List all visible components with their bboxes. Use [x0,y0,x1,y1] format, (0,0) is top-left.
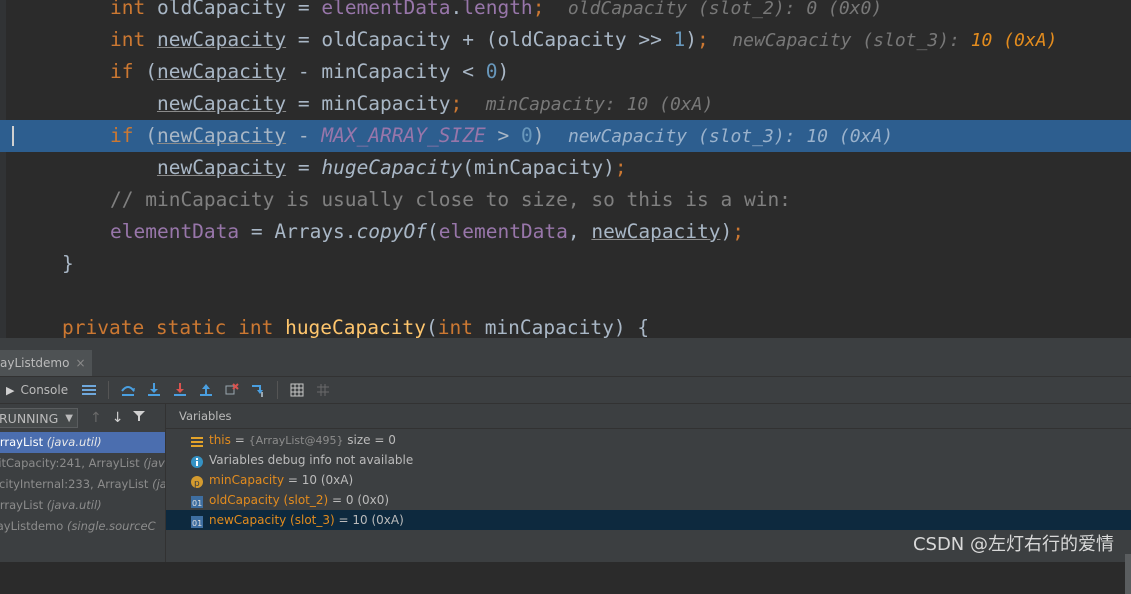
code-line[interactable] [0,280,1131,312]
thread-state: RUNNING [0,410,59,426]
frames-header: RUNNING ▼ ↑ ↓ [0,404,165,432]
frames-panel: RUNNING ▼ ↑ ↓ ArrayList (java.util) citC… [0,404,166,562]
code-text: newCapacity = hugeCapacity(minCapacity); [156,156,627,179]
close-icon[interactable]: × [75,356,85,370]
current-execution-line[interactable]: if (newCapacity - MAX_ARRAY_SIZE > 0) ne… [0,120,1131,152]
code-line[interactable]: newCapacity = hugeCapacity(minCapacity); [0,152,1131,184]
variable-row[interactable]: Variables debug info not available [166,450,1131,470]
variable-row[interactable]: p minCapacity = 10 (0xA) [166,470,1131,490]
frame-method: ArrayList [0,435,44,449]
code-line[interactable]: int oldCapacity = elementData.length; ol… [0,0,1131,24]
drop-frame-icon[interactable] [219,379,245,401]
code-line[interactable]: private static int hugeCapacity(int minC… [0,312,1131,340]
console-label: Console [20,383,69,397]
run-to-cursor-icon[interactable] [245,379,271,401]
frame-package: (single.sourceC [66,519,156,533]
local-variable-icon: 01 [191,514,203,528]
evaluate-expression-icon[interactable] [284,379,310,401]
code-line[interactable]: newCapacity = minCapacity; minCapacity: … [0,88,1131,120]
arrow-down-icon[interactable]: ↓ [112,410,124,426]
frame-package: (java.util) [46,498,102,512]
force-step-into-icon[interactable] [167,379,193,401]
svg-text:p: p [194,479,200,488]
variable-row-selected[interactable]: 01 newCapacity (slot_3) = 10 (0xA) [166,510,1131,530]
frame-method: ArrayList [0,498,44,512]
variable-extra: size = 0 [343,433,396,447]
local-variable-icon: 01 [191,494,203,508]
svg-text:01: 01 [192,499,202,508]
code-text: newCapacity = minCapacity; minCapacity: … [156,92,714,115]
code-text: if (newCapacity - MAX_ARRAY_SIZE > 0) ne… [110,124,894,147]
code-editor[interactable]: int oldCapacity = elementData.length; ol… [0,0,1131,340]
variable-name: oldCapacity (slot_2) [209,493,329,507]
arrow-up-icon[interactable]: ↑ [90,410,102,426]
code-text: // minCapacity is usually close to size,… [110,188,791,211]
variable-row[interactable]: this = {ArrayList@495} size = 0 [166,430,1131,450]
chevron-down-icon: ▼ [65,412,73,424]
trace-table-icon[interactable] [310,379,336,401]
scrollbar[interactable] [1125,554,1131,594]
svg-text:01: 01 [192,519,202,528]
toolbar-separator [108,381,110,399]
variable-eq: = [230,433,249,447]
field-list-icon [191,434,203,447]
frame-item[interactable]: rayListdemo (single.sourceC [0,516,165,537]
frame-item[interactable]: acityInternal:233, ArrayList (ja [0,474,165,495]
variable-row[interactable]: 01 oldCapacity (slot_2) = 0 (0x0) [166,490,1131,510]
variables-title: Variables [166,404,1131,429]
variable-name: newCapacity (slot_3) [209,513,335,527]
frame-package: (ja [152,477,166,491]
menu-lines-icon[interactable] [76,379,102,401]
code-text: int newCapacity = oldCapacity + (oldCapa… [110,28,1058,51]
text-caret [12,126,14,146]
frame-package: (java.util) [46,435,102,449]
debug-session-label: ayListdemo [0,356,70,370]
variable-name: minCapacity [209,473,285,487]
debug-tabbar: ayListdemo × [0,350,1131,377]
thread-selector[interactable]: RUNNING ▼ [0,408,78,428]
toolbar-separator [277,381,279,399]
console-tab[interactable]: ▶ Console [6,383,68,397]
parameter-icon: p [191,474,203,489]
code-text: private static int hugeCapacity(int minC… [62,316,650,339]
variable-eq: = 0 (0x0) [328,493,390,507]
console-icon: ▶ [6,383,15,397]
variable-name: this [209,433,231,447]
step-out-icon[interactable] [193,379,219,401]
frame-item[interactable]: ArrayList (java.util) [0,495,165,516]
filter-icon[interactable] [133,410,146,426]
frame-method: acityInternal:233, ArrayList [0,477,149,491]
code-text: int oldCapacity = elementData.length; ol… [110,0,883,19]
variable-eq: = 10 (0xA) [284,473,354,487]
step-over-icon[interactable] [115,379,141,401]
step-into-icon[interactable] [141,379,167,401]
code-text: elementData = Arrays.copyOf(elementData,… [110,220,745,243]
variable-eq: = 10 (0xA) [334,513,404,527]
variable-type: {ArrayList@495} [248,434,344,447]
code-text: if (newCapacity - minCapacity < 0) [110,60,510,83]
debug-session-tab[interactable]: ayListdemo × [0,350,92,376]
frame-method: citCapacity:241, ArrayList [0,456,140,470]
debug-toolbar: ▶ Console [0,377,1131,404]
frame-item[interactable]: citCapacity:241, ArrayList (jav [0,453,165,474]
code-line[interactable]: if (newCapacity - minCapacity < 0) [0,56,1131,88]
frame-package: (jav [143,456,165,470]
code-line[interactable]: elementData = Arrays.copyOf(elementData,… [0,216,1131,248]
code-line[interactable]: } [0,248,1131,280]
debug-tool-window: ayListdemo × ▶ Console RUNNING ▼ ↑ ↓ rra… [0,340,1131,594]
variable-info-text: Variables debug info not available [209,453,414,467]
code-text: } [62,252,74,275]
watermark: CSDN @左灯右行的爱情 [912,534,1114,555]
frame-method: rayListdemo [0,519,64,533]
code-line[interactable]: int newCapacity = oldCapacity + (oldCapa… [0,24,1131,56]
frame-item[interactable]: ArrayList (java.util) [0,432,165,453]
code-line[interactable]: // minCapacity is usually close to size,… [0,184,1131,216]
info-icon [191,454,203,468]
